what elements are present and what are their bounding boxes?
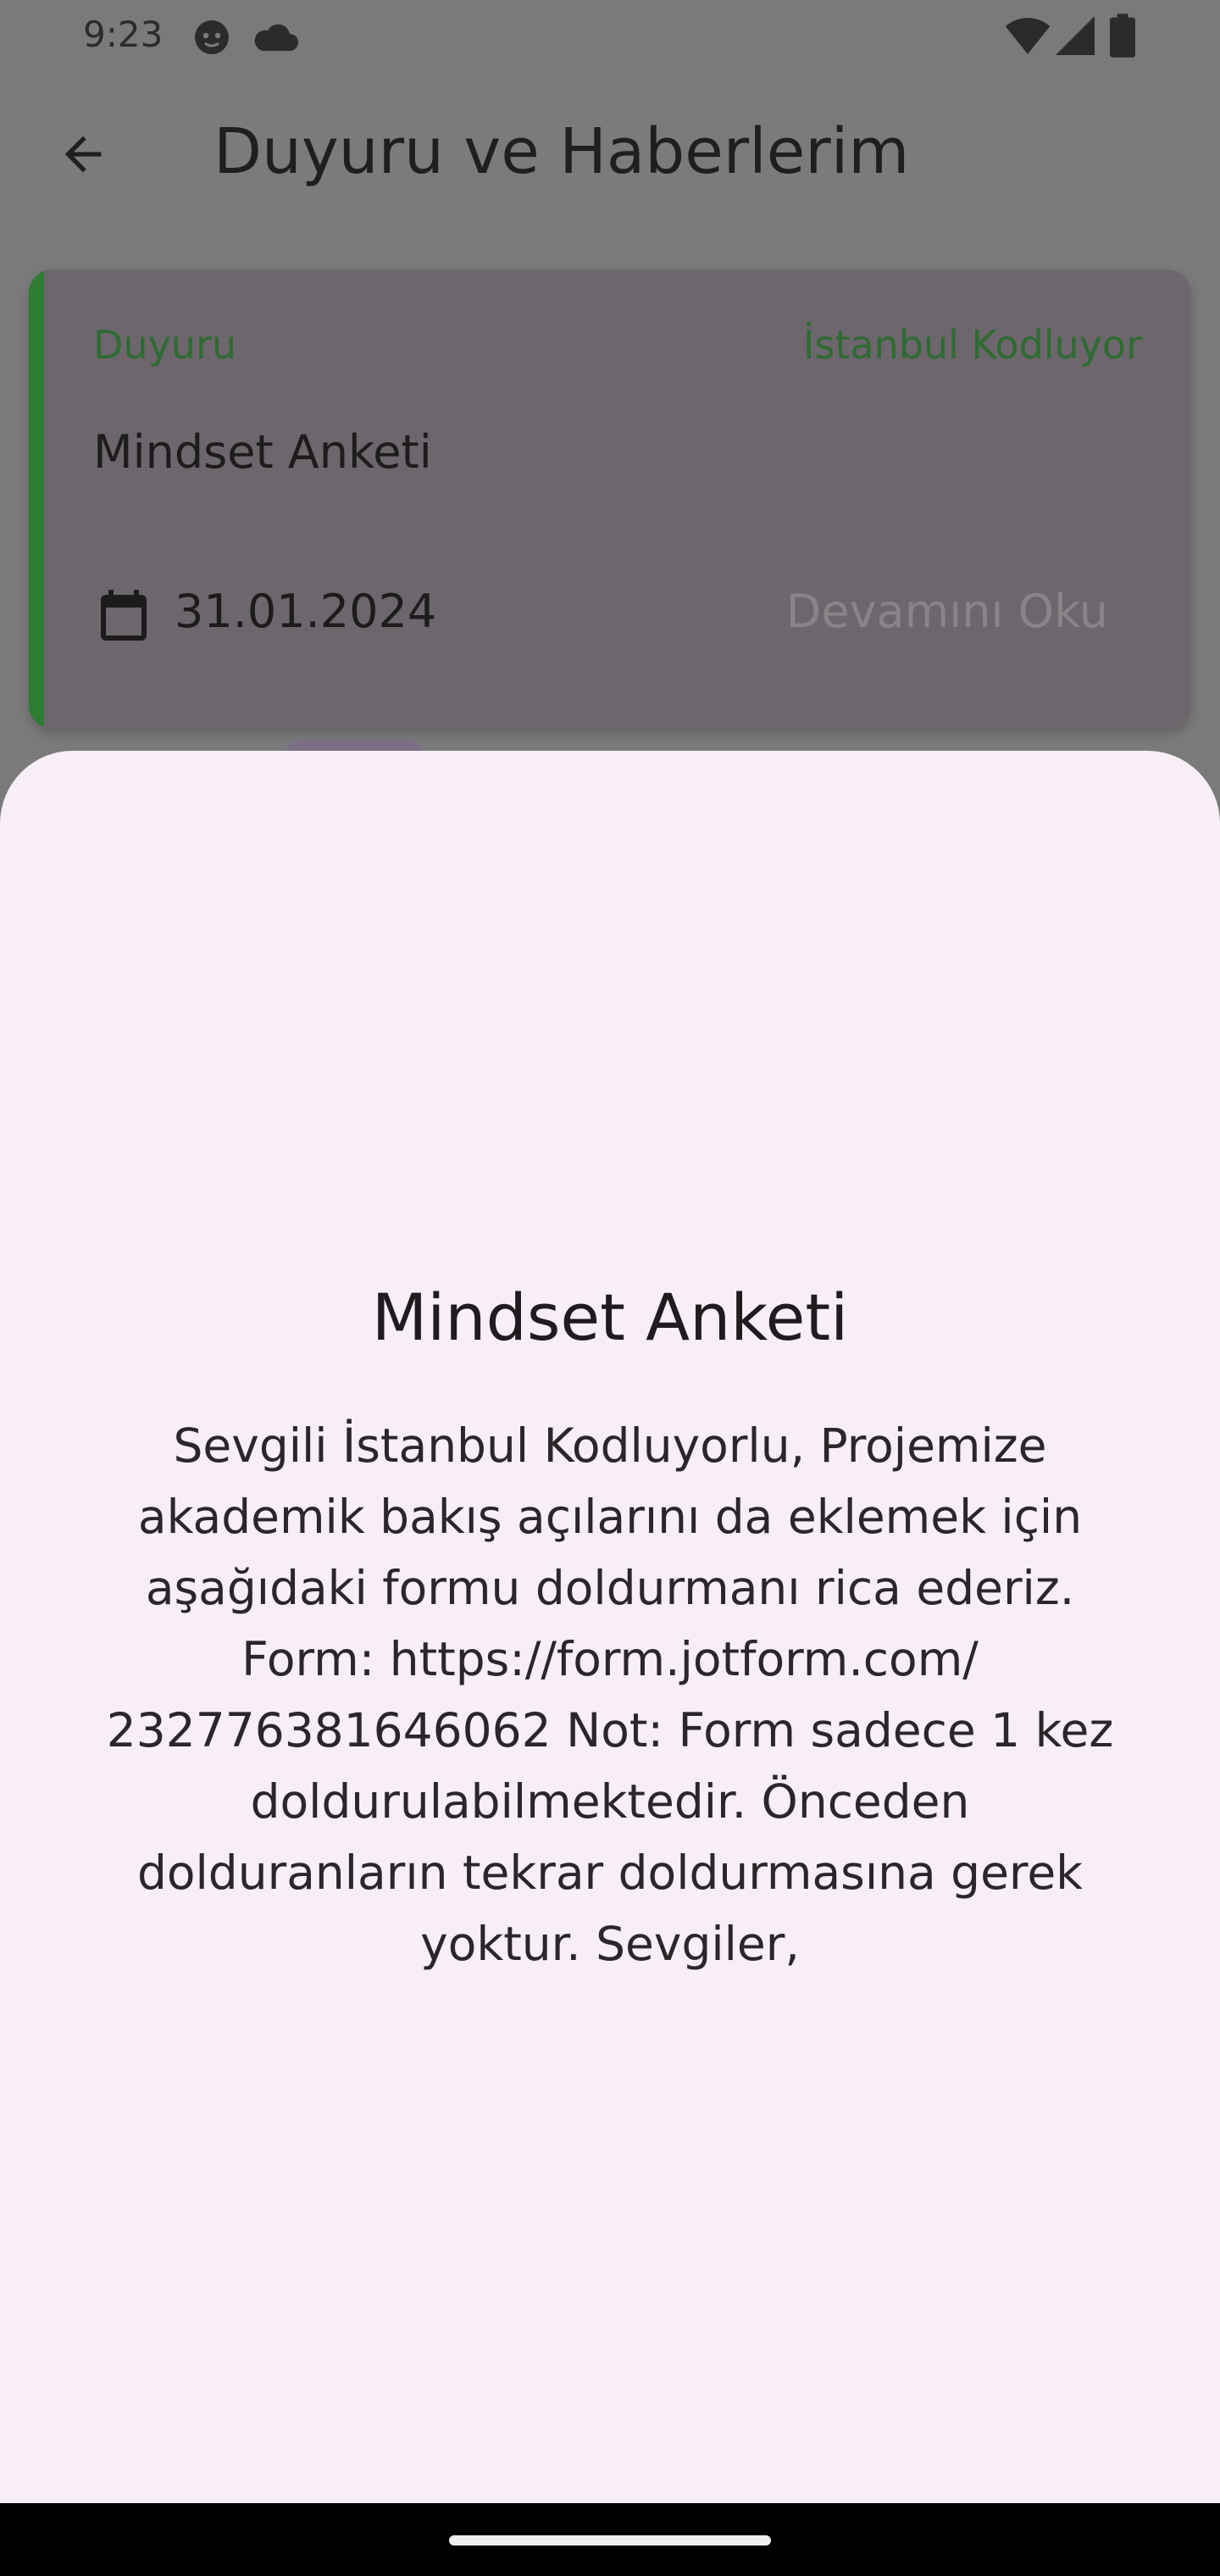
sheet-body: Sevgili İstanbul Kodluyorlu, Projemize a… — [106, 1418, 1114, 1971]
cloud-icon — [252, 22, 300, 56]
wifi-icon — [1005, 15, 1051, 59]
home-indicator[interactable] — [449, 2535, 771, 2545]
card-source: İstanbul Kodluyor — [802, 322, 1142, 368]
arrow-back-icon — [56, 127, 110, 185]
app-bar: Duyuru ve Haberlerim — [0, 76, 1220, 237]
announcement-card[interactable]: Duyuru İstanbul Kodluyor Mindset Anketi … — [29, 269, 1191, 729]
bottom-sheet: Mindset Anketi Sevgili İstanbul Kodluyor… — [0, 751, 1220, 2503]
screen: 9:23 Duyuru ve Haberlerim Duyuru İstanbu… — [0, 0, 1220, 2576]
status-bar: 9:23 — [0, 0, 1220, 76]
page-title: Duyuru ve Haberlerim — [214, 115, 910, 188]
signal-icon — [1056, 15, 1095, 59]
sheet-title: Mindset Anketi — [371, 1280, 849, 1355]
calendar-icon — [93, 585, 154, 649]
card-category: Duyuru — [93, 322, 237, 368]
card-date: 31.01.2024 — [175, 585, 437, 638]
card-accent-bar — [29, 269, 44, 729]
read-more-button[interactable]: Devamını Oku — [786, 585, 1108, 638]
battery-icon — [1110, 14, 1135, 61]
back-button[interactable] — [47, 120, 119, 192]
card-title: Mindset Anketi — [93, 425, 432, 479]
status-time: 9:23 — [83, 14, 164, 55]
navigation-bar — [0, 2503, 1220, 2576]
face-notification-icon — [191, 17, 232, 61]
